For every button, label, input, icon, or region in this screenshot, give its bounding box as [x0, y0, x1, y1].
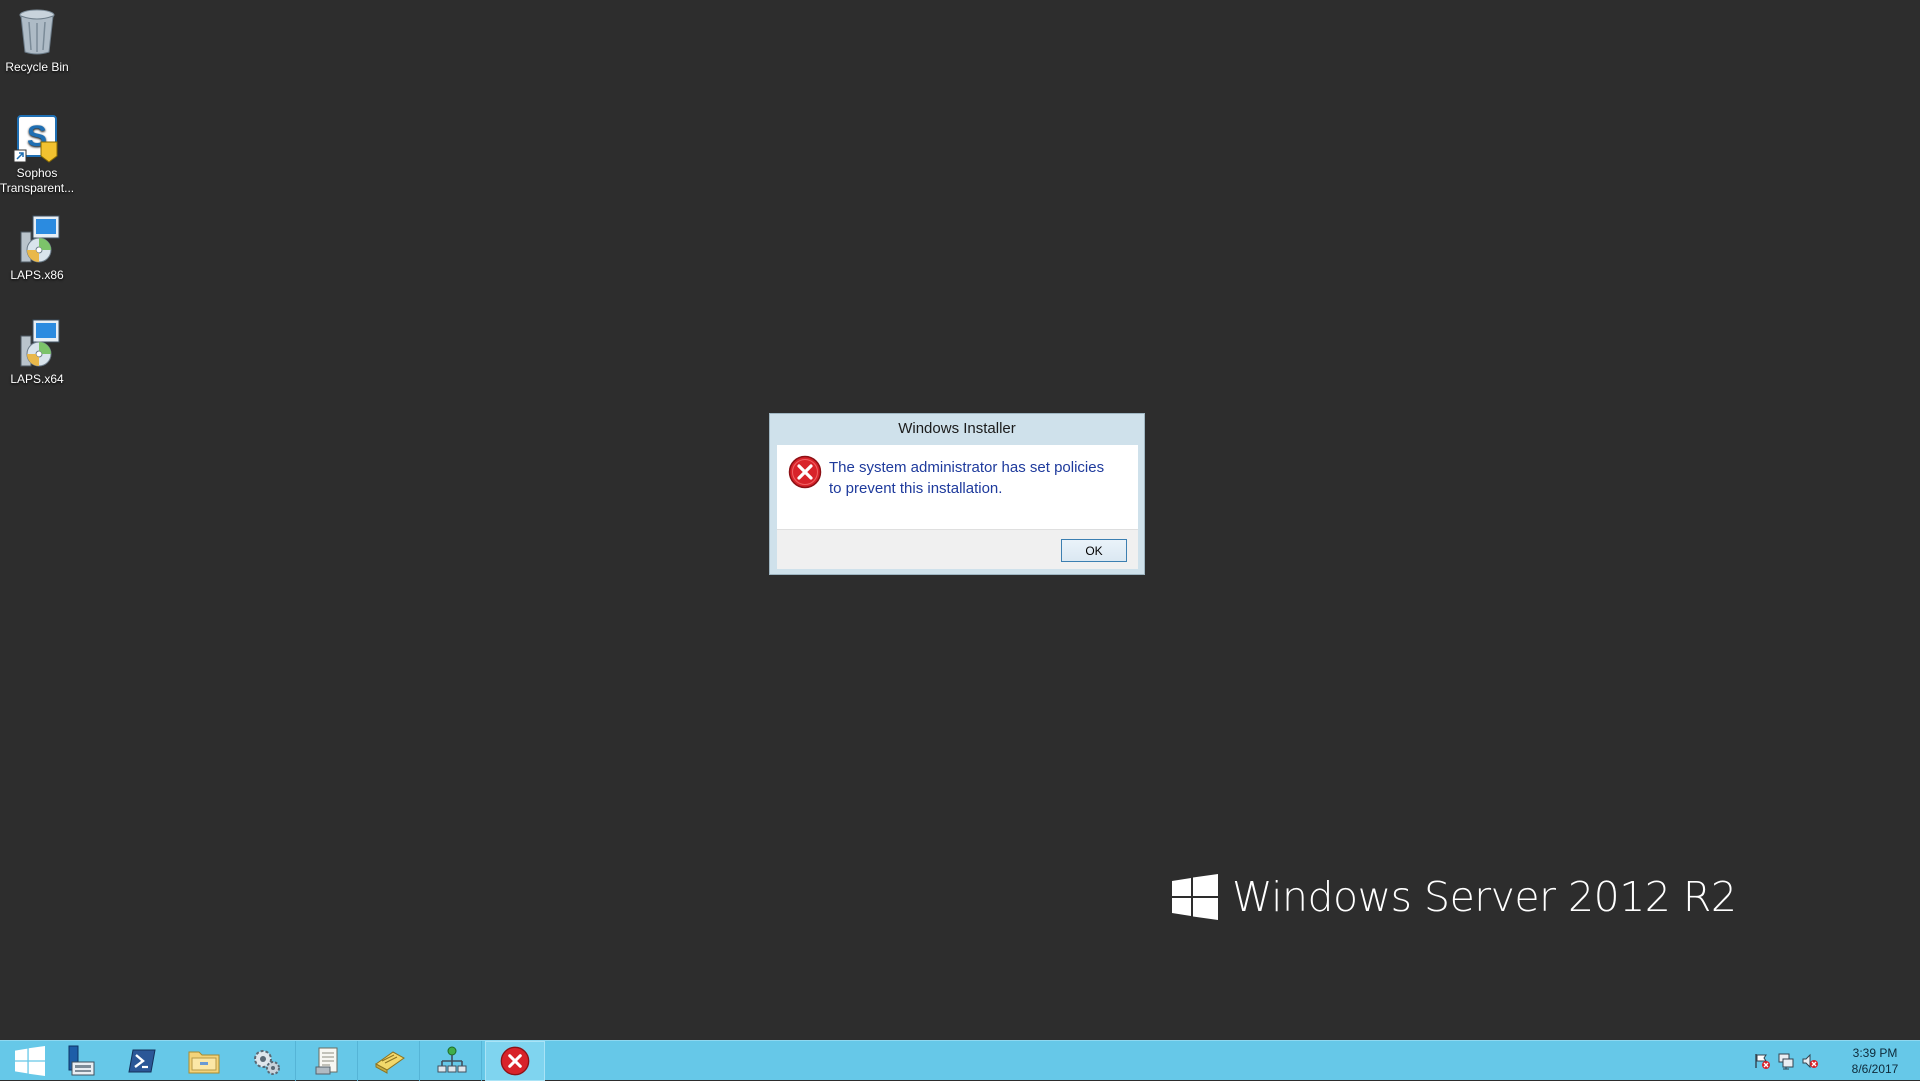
clock-time: 3:39 PM [1852, 1046, 1898, 1060]
branding-text: Windows Server 2012 R2 [1232, 873, 1737, 921]
network-icon [437, 1046, 466, 1073]
desktop-icon-label: LAPS.x64 [10, 372, 64, 386]
installer-icon [11, 214, 63, 266]
ok-button[interactable]: OK [1061, 539, 1127, 562]
sophos-icon: S [11, 112, 63, 164]
dialog-footer: OK [777, 529, 1138, 569]
server-manager-icon [68, 1045, 95, 1076]
error-icon [788, 455, 822, 489]
windows-logo-icon [1172, 874, 1218, 920]
desktop-icon-laps-x64[interactable]: LAPS.x64 [0, 318, 77, 387]
desktop-icon-label: Sophos Transparent... [0, 166, 75, 195]
clock[interactable]: 3:39 PM 8/6/2017 [1830, 1045, 1920, 1077]
flag-error-icon[interactable] [1753, 1052, 1771, 1070]
dialog-message-line: to prevent this installation. [829, 480, 1003, 497]
powershell-icon [128, 1049, 156, 1073]
dialog-message-line: The system administrator has set policie… [829, 459, 1105, 476]
network-status-icon[interactable] [1777, 1052, 1795, 1070]
error-icon [500, 1046, 530, 1076]
desktop-icon-label: Recycle Bin [5, 60, 69, 74]
recycle-bin-icon [11, 6, 63, 58]
gear-icon [253, 1050, 280, 1075]
dialog-title[interactable]: Windows Installer [770, 414, 1144, 444]
dialog-message: The system administrator has set policie… [829, 457, 1124, 499]
taskbar-windows-installer[interactable] [485, 1041, 545, 1081]
notepad-icon [315, 1047, 337, 1075]
clock-date: 8/6/2017 [1851, 1062, 1899, 1076]
windows-logo-icon [15, 1046, 45, 1076]
taskbar-mail[interactable] [360, 1041, 420, 1081]
taskbar-network[interactable] [422, 1041, 482, 1081]
desktop-icon-recycle-bin[interactable]: Recycle Bin [0, 6, 77, 75]
windows-installer-dialog: Windows Installer The system administrat… [769, 413, 1145, 575]
folder-icon [188, 1051, 220, 1074]
taskbar-powershell[interactable] [112, 1041, 172, 1081]
system-tray: 3:39 PM 8/6/2017 [1750, 1041, 1920, 1081]
envelope-icon [374, 1051, 405, 1074]
desktop: Recycle Bin S Sophos Transparent... LAPS… [0, 0, 1920, 1040]
taskbar-notepad[interactable] [298, 1041, 358, 1081]
installer-icon [11, 318, 63, 370]
taskbar-server-manager[interactable] [50, 1041, 110, 1081]
taskbar: 3:39 PM 8/6/2017 [0, 1040, 1920, 1081]
taskbar-file-explorer[interactable] [174, 1041, 234, 1081]
volume-muted-icon[interactable] [1801, 1052, 1819, 1070]
desktop-icon-laps-x86[interactable]: LAPS.x86 [0, 214, 77, 283]
taskbar-settings[interactable] [236, 1041, 296, 1081]
desktop-icon-sophos[interactable]: S Sophos Transparent... [0, 112, 77, 196]
os-branding: Windows Server 2012 R2 [1172, 873, 1737, 921]
desktop-icon-label: LAPS.x86 [10, 268, 64, 282]
dialog-body: The system administrator has set policie… [777, 445, 1138, 529]
